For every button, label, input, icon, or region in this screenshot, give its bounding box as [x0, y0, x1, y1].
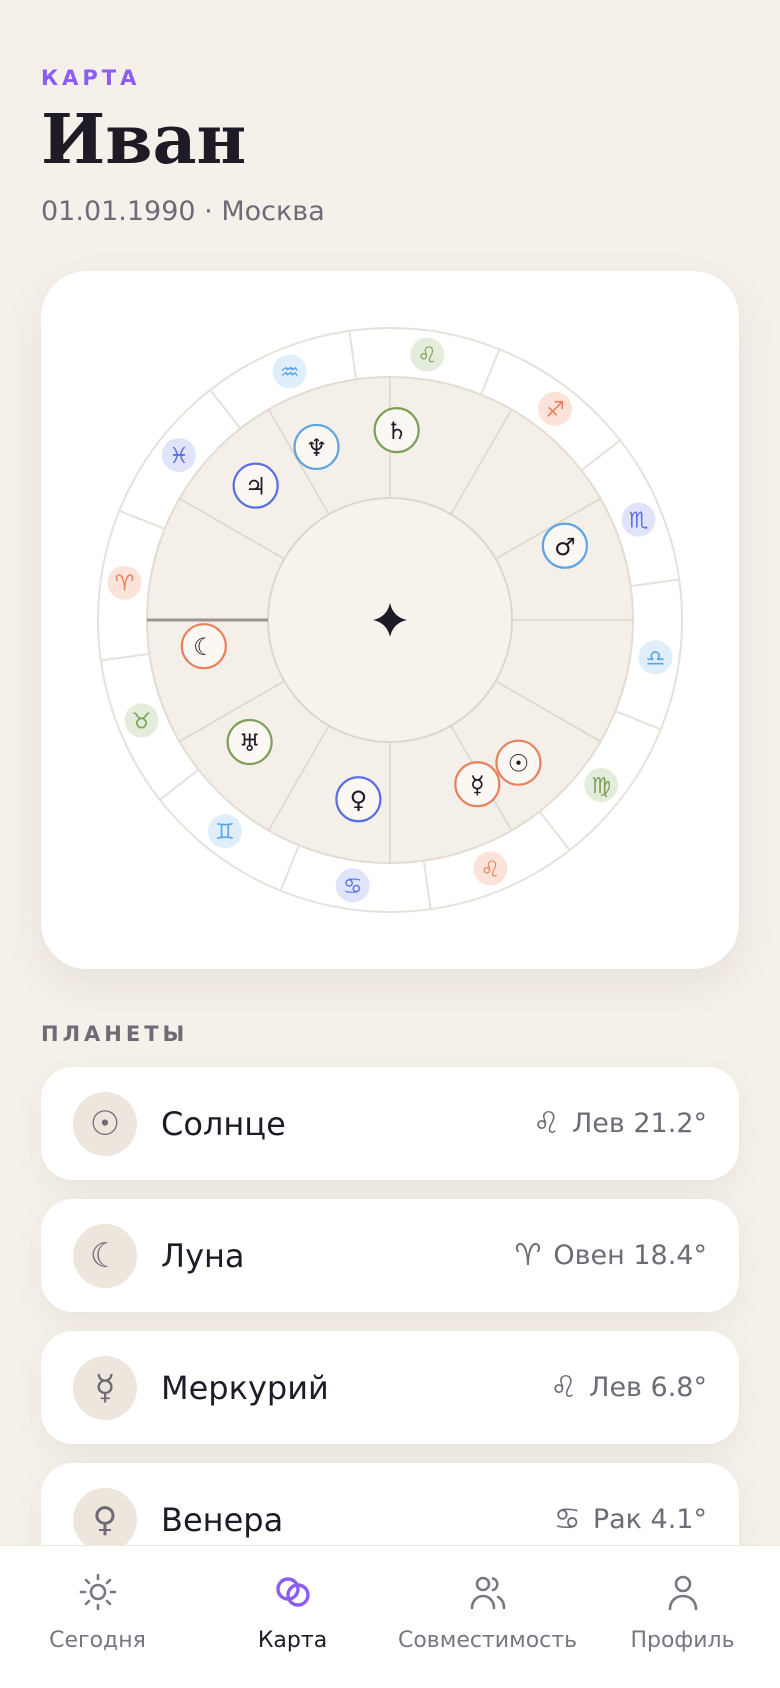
planet-name: Солнце: [161, 1104, 286, 1143]
mercury-icon: ☿: [73, 1355, 137, 1420]
planet-name: Меркурий: [161, 1368, 329, 1407]
pisces-icon: ♓: [169, 444, 189, 469]
planet-row-sun[interactable]: ☉ Солнце ♌ Лев 21.2°: [41, 1067, 739, 1180]
leo-icon: ♌: [481, 857, 501, 882]
section-eyebrow: КАРТА: [41, 66, 141, 90]
cancer-icon: ♋: [343, 874, 363, 899]
planet-position: ♈ Овен 18.4°: [514, 1238, 707, 1273]
planet-row-moon[interactable]: ☾ Луна ♈ Овен 18.4°: [41, 1199, 739, 1312]
planet-position-text: Лев 6.8°: [589, 1372, 707, 1403]
sun-outline-icon: [79, 1573, 116, 1611]
mars-icon: ♂: [554, 533, 576, 561]
bottom-tab-bar: Сегодня Карта Совместимость Профиль: [0, 1545, 780, 1688]
aquarius-icon: ♒: [280, 361, 300, 386]
sun-icon: ☉: [73, 1091, 137, 1156]
planet-position: ♌ Лев 21.2°: [533, 1106, 707, 1141]
leo-icon: ♌: [550, 1370, 578, 1405]
aries-icon: ♈: [115, 572, 135, 597]
leo-icon: ♌: [533, 1106, 560, 1141]
jupiter-icon: ♃: [245, 473, 267, 501]
tab-chart[interactable]: Карта: [198, 1570, 388, 1688]
planets-list: ☉ Солнце ♌ Лев 21.2° ☾ Луна ♈ Овен 18.4°…: [41, 1067, 739, 1595]
tab-today[interactable]: Сегодня: [3, 1570, 193, 1688]
tab-label: Сегодня: [49, 1628, 146, 1653]
sun-icon: ☉: [508, 750, 530, 778]
planet-name: Венера: [161, 1500, 284, 1539]
cancer-icon: ♋: [553, 1502, 581, 1537]
planet-row-mercury[interactable]: ☿ Меркурий ♌ Лев 6.8°: [41, 1331, 739, 1444]
planet-position: ♌ Лев 6.8°: [550, 1370, 707, 1405]
uranus-icon: ♅: [239, 729, 261, 757]
saturn-icon: ♄: [386, 417, 408, 445]
page-header: КАРТА Иван 01.01.1990 · Москва: [41, 66, 325, 227]
gemini-icon: ♊: [215, 820, 235, 845]
user-icon: [668, 1575, 697, 1611]
neptune-icon: ♆: [306, 434, 328, 462]
planet-position-text: Лев 21.2°: [571, 1108, 707, 1139]
planet-position-text: Овен 18.4°: [553, 1240, 707, 1271]
users-icon: [470, 1576, 505, 1610]
libra-icon: ♎: [646, 646, 666, 671]
scorpio-icon: ♏: [629, 509, 649, 534]
sagittarius-icon: ♐: [545, 398, 565, 423]
natal-chart-wheel[interactable]: ♌ ♐ ♏ ♎ ♍ ♌ ♋ ♊ ♉ ♈ ♓ ♒ ♄ ♆ ♃ ☾ ♅ ♀ ☿ ☉ ♂: [41, 271, 739, 969]
moon-icon: ☾: [73, 1223, 137, 1288]
moon-icon: ☾: [193, 633, 215, 661]
birth-details: 01.01.1990 · Москва: [41, 196, 325, 227]
page-title: Иван: [41, 100, 247, 180]
taurus-icon: ♉: [132, 709, 152, 734]
planet-name: Луна: [161, 1236, 245, 1275]
linked-circles-icon: [275, 1577, 310, 1607]
planet-position: ♋ Рак 4.1°: [554, 1502, 707, 1537]
tab-label: Профиль: [630, 1628, 735, 1653]
planet-position-text: Рак 4.1°: [592, 1504, 707, 1535]
venus-icon: ♀: [350, 786, 368, 814]
virgo-icon: ♍: [591, 774, 611, 799]
mercury-icon: ☿: [470, 771, 485, 799]
tab-label: Карта: [257, 1628, 328, 1653]
planets-section-label: ПЛАНЕТЫ: [41, 1022, 189, 1046]
tab-profile[interactable]: Профиль: [588, 1570, 778, 1688]
venus-icon: ♀: [73, 1487, 137, 1552]
aries-icon: ♈: [514, 1238, 542, 1273]
leo-icon: ♌: [417, 344, 437, 369]
tab-compatibility[interactable]: Совместимость: [393, 1570, 583, 1688]
tab-label: Совместимость: [397, 1628, 578, 1653]
natal-chart-card[interactable]: ♌ ♐ ♏ ♎ ♍ ♌ ♋ ♊ ♉ ♈ ♓ ♒ ♄ ♆ ♃ ☾ ♅ ♀ ☿ ☉ ♂: [41, 271, 739, 969]
